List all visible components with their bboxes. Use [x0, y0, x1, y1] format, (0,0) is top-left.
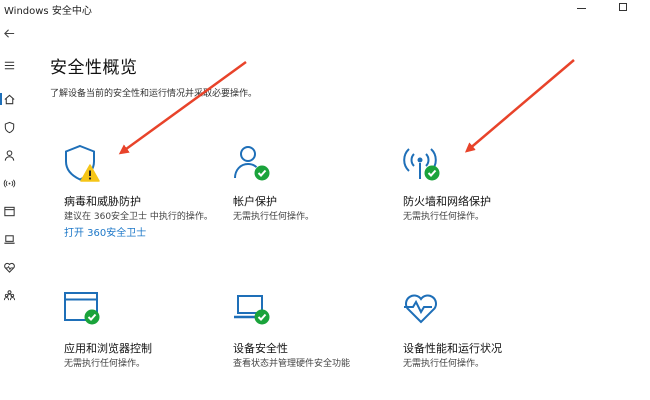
- heart-pulse-icon: [3, 262, 15, 273]
- nav-rail: [0, 18, 20, 400]
- device-security-icon: [233, 292, 273, 332]
- minimize-icon: [576, 7, 586, 9]
- page-subtitle: 了解设备当前的安全性和运行情况并采取必要操作。: [50, 89, 258, 99]
- tile-title: 设备性能和运行状况: [403, 342, 502, 355]
- device-performance-icon: [403, 292, 443, 332]
- tile-account-protection[interactable]: 帐户保护 无需执行任何操作。: [233, 145, 403, 235]
- home-icon: [4, 94, 14, 104]
- maximize-icon: [619, 3, 627, 11]
- nav-item-device-security[interactable]: [2, 232, 16, 246]
- tile-device-performance-health[interactable]: 设备性能和运行状况 无需执行任何操作。: [403, 292, 573, 382]
- tile-description: 建议在 360安全卫士 中执行的操作。: [64, 212, 213, 222]
- back-button[interactable]: [2, 26, 16, 40]
- annotation-arrow: [464, 59, 575, 153]
- nav-item-family[interactable]: [2, 288, 16, 302]
- tile-title: 防火墙和网络保护: [403, 195, 491, 208]
- tile-title: 帐户保护: [233, 195, 277, 208]
- title-bar: Windows 安全中心: [0, 0, 650, 18]
- tile-app-browser-control[interactable]: 应用和浏览器控制 无需执行任何操作。: [64, 292, 234, 382]
- virus-shield-warning-icon: [64, 144, 104, 185]
- app-browser-control-icon: [64, 292, 104, 332]
- wireless-icon: [3, 178, 15, 188]
- tile-title: 设备安全性: [233, 342, 288, 355]
- shield-icon: [4, 121, 14, 133]
- nav-item-home[interactable]: [0, 92, 16, 106]
- tile-description: 查看状态并管理硬件安全功能: [233, 359, 351, 369]
- tile-description: 无需执行任何操作。: [64, 359, 146, 369]
- tile-title: 病毒和威胁防护: [64, 195, 141, 208]
- tile-virus-threat-protection[interactable]: 病毒和威胁防护 建议在 360安全卫士 中执行的操作。 打开 360安全卫士: [64, 144, 234, 239]
- firewall-network-icon: [403, 145, 443, 185]
- annotation-arrow: [118, 60, 247, 155]
- nav-item-app-browser[interactable]: [2, 204, 16, 218]
- nav-item-virus-protection[interactable]: [2, 120, 16, 134]
- menu-button[interactable]: [2, 58, 16, 72]
- nav-item-account[interactable]: [2, 148, 16, 162]
- page-title: 安全性概览: [50, 58, 138, 78]
- nav-item-firewall[interactable]: [2, 176, 16, 190]
- maximize-button[interactable]: [608, 0, 638, 18]
- tile-description: 无需执行任何操作。: [403, 212, 485, 222]
- tile-title: 应用和浏览器控制: [64, 342, 152, 355]
- back-arrow-icon: [3, 28, 14, 38]
- family-icon: [3, 289, 15, 300]
- window-title: Windows 安全中心: [4, 6, 92, 17]
- tile-description: 无需执行任何操作。: [233, 212, 315, 222]
- tile-device-security[interactable]: 设备安全性 查看状态并管理硬件安全功能: [233, 292, 403, 382]
- laptop-icon: [3, 234, 15, 244]
- menu-icon: [4, 61, 14, 69]
- nav-item-device-performance[interactable]: [2, 260, 16, 274]
- account-protection-icon: [233, 145, 273, 185]
- open-360-link[interactable]: 打开 360安全卫士: [64, 224, 146, 239]
- person-icon: [4, 149, 14, 161]
- tile-firewall-network-protection[interactable]: 防火墙和网络保护 无需执行任何操作。: [403, 145, 573, 235]
- tile-description: 无需执行任何操作。: [403, 359, 485, 369]
- browser-window-icon: [3, 206, 15, 216]
- minimize-button[interactable]: [566, 0, 596, 18]
